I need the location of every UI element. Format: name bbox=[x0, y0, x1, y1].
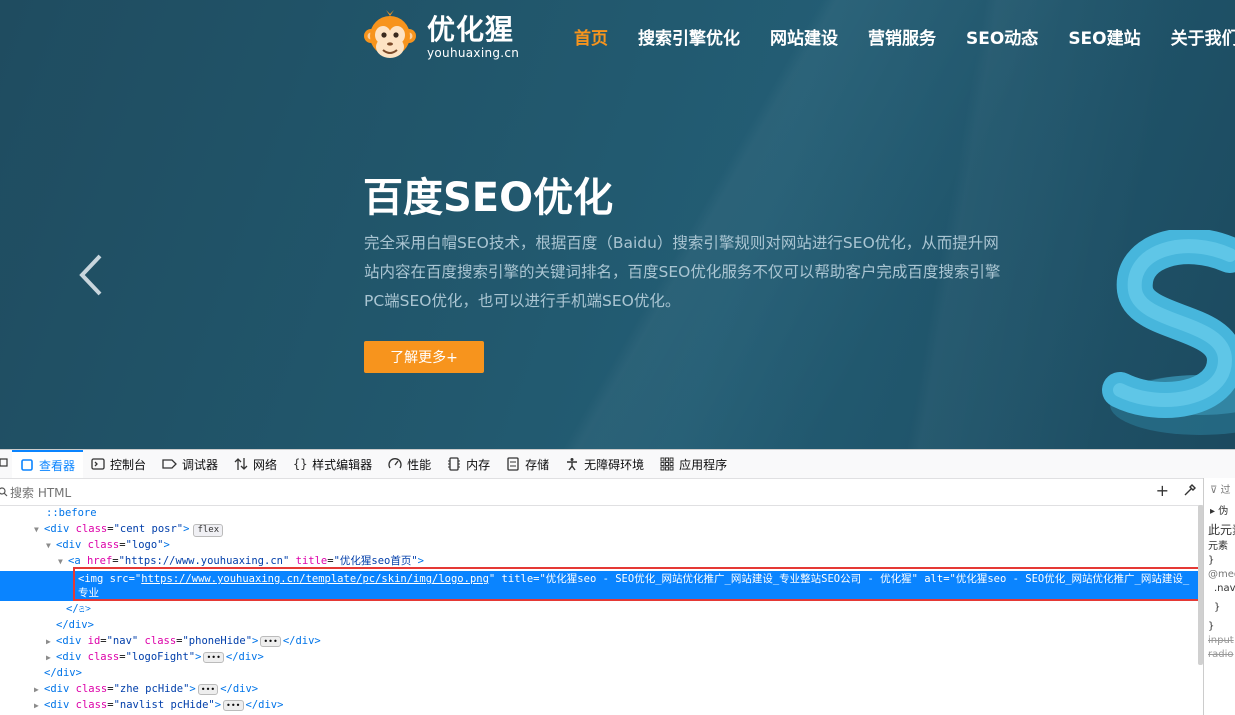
accessibility-icon bbox=[567, 458, 578, 471]
debugger-icon bbox=[162, 459, 177, 469]
tab-label: 样式编辑器 bbox=[312, 457, 373, 472]
decorative-s-graphic-icon bbox=[1102, 230, 1235, 435]
nav-item-search-engine-optimization[interactable]: 搜索引擎优化 bbox=[638, 24, 740, 49]
tab-label: 应用程序 bbox=[679, 457, 728, 472]
nav-item-home[interactable]: 首页 bbox=[574, 24, 608, 49]
performance-icon bbox=[388, 458, 402, 469]
tab-debugger[interactable]: 调试器 bbox=[154, 450, 226, 478]
pseudo-toggle[interactable]: ▸ 伪 bbox=[1204, 504, 1235, 520]
nav-item-website-building[interactable]: 网站建设 bbox=[770, 24, 838, 49]
tree-row-logo-div[interactable]: ▼ <div class="logo"> bbox=[0, 537, 1200, 553]
tab-label: 查看器 bbox=[39, 458, 76, 473]
filter-styles[interactable]: ⊽ 过 bbox=[1204, 478, 1235, 504]
style-editor-icon: {} bbox=[293, 457, 307, 471]
add-node-icon[interactable]: + bbox=[1156, 483, 1169, 500]
flex-badge[interactable]: flex bbox=[193, 524, 224, 537]
banner-description: 完全采用白帽SEO技术，根据百度（Baidu）搜索引擎规则对网站进行SEO优化，… bbox=[364, 234, 1001, 310]
learn-more-button[interactable]: 了解更多+ bbox=[364, 341, 484, 373]
search-html-placeholder: 搜索 HTML bbox=[10, 485, 72, 500]
tab-label: 性能 bbox=[407, 457, 432, 472]
console-icon bbox=[91, 458, 105, 470]
logo-url: youhuaxing.cn bbox=[427, 46, 520, 60]
tab-storage[interactable]: 存储 bbox=[498, 450, 557, 478]
website-viewport: 优化猩 youhuaxing.cn 首页 搜索引擎优化 网站建设 营销服务 SE… bbox=[0, 0, 1235, 449]
tree-row-nav-div[interactable]: ▶ <div id="nav" class="phoneHide"> ••• </di… bbox=[0, 633, 1200, 649]
tab-accessibility[interactable]: 无障碍环境 bbox=[557, 450, 652, 478]
site-logo[interactable]: 优化猩 youhuaxing.cn bbox=[363, 10, 519, 64]
rules-sidebar: ⊽ 过 ▸ 伪 此元素 元素 } @medi .nav } } input ra… bbox=[1203, 478, 1235, 715]
memory-icon bbox=[448, 457, 461, 471]
devtools-toolbar: 查看器 控制台 调试器 网络 {} 样式编辑器 性能 内存 存储 无障碍环境 应… bbox=[0, 450, 1235, 479]
nav-item-seo-site-building[interactable]: SEO建站 bbox=[1068, 24, 1140, 49]
tab-style-editor[interactable]: {} 样式编辑器 bbox=[285, 450, 380, 478]
inspector-icon bbox=[21, 459, 33, 471]
tab-label: 网络 bbox=[253, 457, 278, 472]
nav-item-marketing-services[interactable]: 营销服务 bbox=[868, 24, 936, 49]
tree-row-cent-close[interactable]: </div> bbox=[0, 665, 1200, 681]
tab-inspector[interactable]: 查看器 bbox=[12, 450, 84, 478]
application-icon bbox=[660, 457, 674, 471]
tree-row-before[interactable]: ::before bbox=[0, 505, 1200, 521]
logo-name: 优化猩 bbox=[427, 13, 515, 46]
network-icon bbox=[234, 458, 248, 470]
nav-rule: .nav bbox=[1214, 583, 1235, 594]
tree-row-zhe-div[interactable]: ▶ <div class="zhe pcHide"> ••• </div> bbox=[0, 681, 1200, 697]
tab-label: 无障碍环境 bbox=[584, 457, 645, 472]
storage-icon bbox=[507, 457, 519, 471]
tab-label: 内存 bbox=[466, 457, 491, 472]
tree-row-logo-close[interactable]: </div> bbox=[0, 617, 1200, 633]
tab-console[interactable]: 控制台 bbox=[83, 450, 154, 478]
main-nav: 首页 搜索引擎优化 网站建设 营销服务 SEO动态 SEO建站 关于我们 bbox=[574, 24, 1235, 49]
svg-text:{}: {} bbox=[293, 457, 307, 471]
this-element-label: 此元素 bbox=[1208, 523, 1235, 537]
tree-row-cent-div[interactable]: ▼ <div class="cent posr"> flex bbox=[0, 521, 1200, 537]
tab-label: 存储 bbox=[525, 457, 550, 472]
monkey-logo-icon bbox=[364, 10, 416, 58]
tab-label: 调试器 bbox=[182, 457, 219, 472]
tab-memory[interactable]: 内存 bbox=[439, 450, 498, 478]
carousel-prev-arrow-icon[interactable] bbox=[72, 248, 112, 302]
devtools-panel: 查看器 控制台 调试器 网络 {} 样式编辑器 性能 内存 存储 无障碍环境 应… bbox=[0, 449, 1235, 715]
search-icon bbox=[0, 487, 8, 497]
tab-application[interactable]: 应用程序 bbox=[652, 450, 735, 478]
element-rule: 元素 bbox=[1208, 541, 1228, 552]
radio-rule: radio bbox=[1208, 649, 1234, 660]
nav-item-about-us[interactable]: 关于我们 bbox=[1171, 24, 1235, 49]
element-picker-icon[interactable] bbox=[0, 450, 12, 478]
tab-network[interactable]: 网络 bbox=[226, 450, 285, 478]
eyedropper-icon[interactable] bbox=[1183, 483, 1197, 500]
highlight-box bbox=[73, 567, 1200, 601]
tab-performance[interactable]: 性能 bbox=[380, 450, 439, 478]
tab-label: 控制台 bbox=[110, 457, 147, 472]
html-search-bar[interactable]: 搜索 HTML + bbox=[0, 479, 1235, 506]
input-rule: input bbox=[1208, 635, 1234, 646]
media-rule: @medi bbox=[1208, 569, 1235, 580]
tree-row-logofight-div[interactable]: ▶ <div class="logoFight"> ••• </div> bbox=[0, 649, 1200, 665]
tree-row-navlist-div[interactable]: ▶ <div class="navlist pcHide"> ••• </div> bbox=[0, 697, 1200, 713]
nav-item-seo-news[interactable]: SEO动态 bbox=[966, 24, 1038, 49]
banner-title: 百度SEO优化 bbox=[363, 175, 614, 221]
